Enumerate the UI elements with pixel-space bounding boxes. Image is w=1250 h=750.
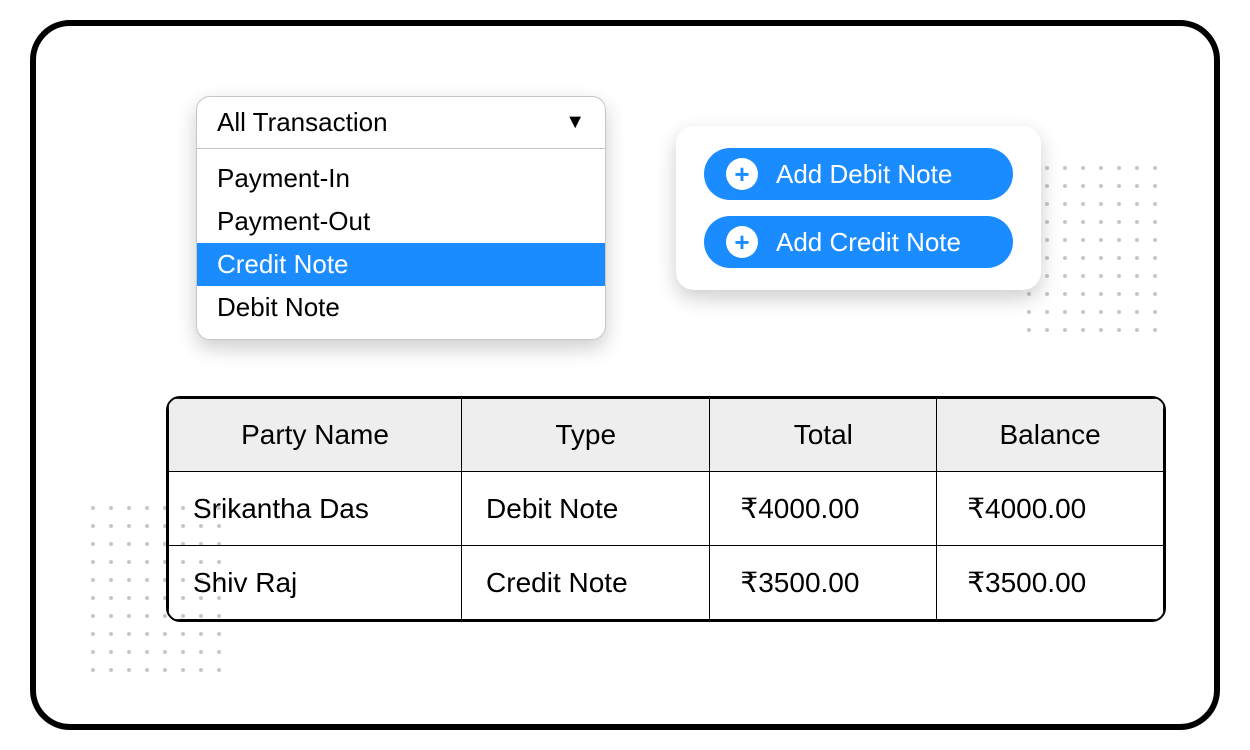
table-row[interactable]: Srikantha Das Debit Note ₹4000.00 ₹4000.… [169,472,1164,546]
transaction-filter-dropdown[interactable]: All Transaction ▼ Payment-In Payment-Out… [196,96,606,340]
dropdown-header[interactable]: All Transaction ▼ [197,97,605,149]
dropdown-options-list: Payment-In Payment-Out Credit Note Debit… [197,149,605,339]
app-frame: All Transaction ▼ Payment-In Payment-Out… [30,20,1220,730]
col-type: Type [462,399,710,472]
col-party-name: Party Name [169,399,462,472]
decorative-dots-right [1027,166,1159,334]
add-note-actions-card: + Add Debit Note + Add Credit Note [676,126,1041,290]
dropdown-option-payment-in[interactable]: Payment-In [197,157,605,200]
cell-type: Debit Note [462,472,710,546]
table-header-row: Party Name Type Total Balance [169,399,1164,472]
cell-party: Shiv Raj [169,546,462,620]
add-credit-note-button[interactable]: + Add Credit Note [704,216,1013,268]
add-credit-note-label: Add Credit Note [776,227,961,258]
dropdown-option-payment-out[interactable]: Payment-Out [197,200,605,243]
plus-icon: + [726,158,758,190]
add-debit-note-button[interactable]: + Add Debit Note [704,148,1013,200]
cell-balance: ₹4000.00 [937,472,1164,546]
plus-icon: + [726,226,758,258]
table-row[interactable]: Shiv Raj Credit Note ₹3500.00 ₹3500.00 [169,546,1164,620]
chevron-down-icon: ▼ [565,111,585,134]
add-debit-note-label: Add Debit Note [776,159,952,190]
cell-balance: ₹3500.00 [937,546,1164,620]
transactions-table: Party Name Type Total Balance Srikantha … [166,396,1166,622]
cell-party: Srikantha Das [169,472,462,546]
cell-total: ₹4000.00 [710,472,937,546]
cell-total: ₹3500.00 [710,546,937,620]
col-total: Total [710,399,937,472]
dropdown-selected-label: All Transaction [217,107,388,138]
dropdown-option-credit-note[interactable]: Credit Note [197,243,605,286]
col-balance: Balance [937,399,1164,472]
cell-type: Credit Note [462,546,710,620]
dropdown-option-debit-note[interactable]: Debit Note [197,286,605,329]
